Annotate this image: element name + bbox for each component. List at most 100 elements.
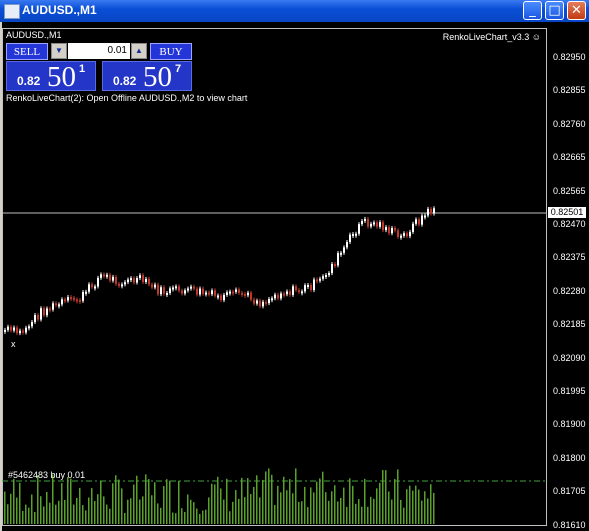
volume-bar	[232, 501, 234, 524]
buy-quote[interactable]: 0.82 50 7	[102, 61, 192, 93]
volume-bar	[415, 485, 417, 524]
candle	[31, 322, 33, 327]
volume-bar	[40, 496, 42, 524]
candle	[331, 264, 333, 274]
candle	[73, 297, 75, 300]
candle	[301, 291, 303, 294]
candle	[85, 291, 87, 294]
sell-button[interactable]: SELL	[6, 43, 48, 60]
candle	[370, 223, 372, 227]
candle	[55, 303, 57, 306]
volume-bar	[4, 491, 6, 524]
candle	[106, 274, 108, 277]
volume-bar	[85, 510, 87, 524]
candle	[337, 253, 339, 266]
volume-bar	[163, 486, 165, 524]
candle	[412, 223, 414, 232]
candle	[205, 292, 207, 295]
volume-bar	[388, 491, 390, 524]
volume-bar	[43, 506, 45, 524]
candle	[304, 285, 306, 292]
volume-bar	[169, 480, 171, 524]
volume-bar	[370, 496, 372, 524]
candle	[88, 284, 90, 292]
candle	[397, 230, 399, 237]
price-axis-label: 0.82185	[553, 319, 586, 330]
candle	[277, 294, 279, 299]
volume-bar	[172, 512, 174, 524]
candle	[343, 247, 345, 253]
candle	[169, 288, 171, 294]
volume-bar	[106, 504, 108, 524]
volume-bar	[229, 511, 231, 524]
candle	[298, 290, 300, 293]
buy-quote-prefix: 0.82	[113, 74, 137, 88]
candle	[49, 308, 51, 311]
lot-size-field[interactable]: 0.01	[68, 43, 130, 59]
candle	[322, 276, 324, 279]
price-axis-label: 0.82470	[553, 219, 586, 229]
candle	[280, 293, 282, 299]
candle	[4, 329, 6, 332]
candle	[193, 286, 195, 289]
volume-bar	[214, 484, 216, 524]
volume-bar	[235, 489, 237, 524]
volume-bar	[259, 497, 261, 524]
buy-button[interactable]: BUY	[150, 43, 192, 60]
candle	[202, 288, 204, 294]
volume-bar	[175, 513, 177, 524]
lot-decrease-button[interactable]: ▼	[51, 43, 67, 59]
candle	[199, 288, 201, 295]
volume-bar	[142, 496, 144, 524]
volume-bar	[253, 486, 255, 524]
candle	[208, 292, 210, 295]
volume-bar	[160, 507, 162, 524]
volume-bar	[130, 498, 132, 524]
volume-bar	[295, 468, 297, 524]
volume-bar	[433, 492, 435, 524]
volume-bar	[193, 502, 195, 524]
candle	[136, 278, 138, 283]
volume-bar	[139, 499, 141, 524]
candle	[418, 219, 420, 225]
volume-bar	[316, 481, 318, 524]
lot-increase-button[interactable]: ▲	[131, 43, 147, 59]
volume-bar	[403, 507, 405, 524]
candle	[352, 233, 354, 236]
volume-bar	[307, 507, 309, 524]
volume-bar	[19, 482, 21, 524]
candle	[235, 289, 237, 292]
sell-quote[interactable]: 0.82 50 1	[6, 61, 96, 93]
candle	[433, 208, 435, 214]
volume-bar	[55, 504, 57, 524]
volume-bar	[208, 497, 210, 524]
volume-bar	[31, 494, 33, 524]
candle	[349, 234, 351, 243]
candle	[358, 224, 360, 234]
indicator-name-label: RenkoLiveChart_v3.3 ☺	[442, 32, 541, 42]
candle	[109, 274, 111, 281]
price-axis-label: 0.82280	[553, 285, 586, 296]
candle	[184, 290, 186, 294]
candle	[91, 284, 93, 288]
volume-bar	[346, 506, 348, 524]
volume-bar	[262, 479, 264, 524]
volume-bar	[421, 500, 423, 524]
candle	[334, 264, 336, 267]
candle	[409, 231, 411, 237]
volume-bar	[337, 501, 339, 524]
current-price-tag: 0.82501	[548, 207, 586, 218]
volume-bar	[325, 492, 327, 524]
candle	[247, 292, 249, 296]
volume-bar	[430, 484, 432, 524]
volume-bar	[376, 488, 378, 524]
volume-bar	[394, 479, 396, 524]
candle	[64, 299, 66, 302]
candle	[40, 308, 42, 320]
candle	[148, 278, 150, 285]
volume-bar	[34, 511, 36, 524]
candle	[211, 290, 213, 295]
candle	[271, 298, 273, 301]
volume-bar	[355, 503, 357, 524]
volume-bar	[13, 478, 15, 524]
